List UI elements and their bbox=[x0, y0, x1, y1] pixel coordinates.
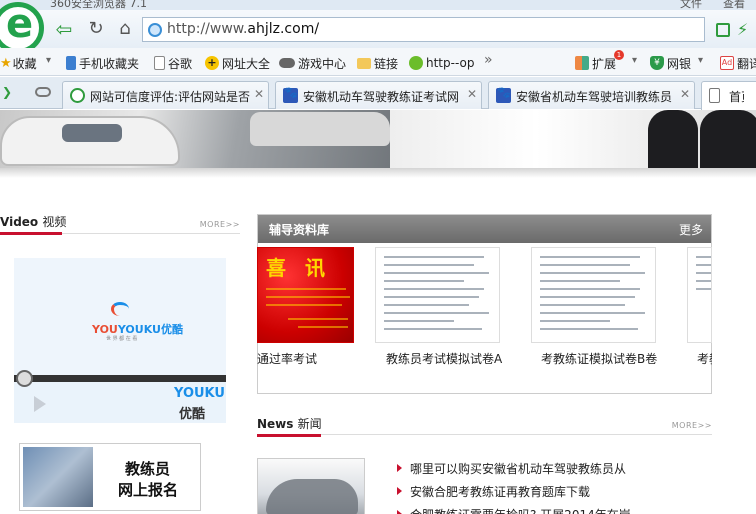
page-icon bbox=[154, 56, 165, 70]
play-icon[interactable] bbox=[34, 396, 46, 412]
material-thumb[interactable] bbox=[375, 247, 500, 343]
bookmark-favorites[interactable]: ★ 收藏 bbox=[0, 54, 37, 72]
materials-title: 辅导资料库 bbox=[269, 223, 330, 237]
home-button[interactable]: ⌂ bbox=[113, 19, 137, 41]
tab-trainer-site[interactable]: 安徽省机动车驾驶培训教练员 ✕ bbox=[488, 81, 695, 109]
lightning-icon[interactable]: ⚡ bbox=[737, 20, 748, 39]
material-caption[interactable]: 考教练证模拟试卷B卷 bbox=[541, 350, 657, 367]
star-icon: ★ bbox=[0, 56, 12, 71]
chevron-down-icon[interactable]: ▾ bbox=[46, 55, 51, 66]
tab-site-trust[interactable]: 网站可信度评估:评估网站是否 ✕ bbox=[62, 81, 269, 109]
chevron-down-icon[interactable]: ▾ bbox=[632, 55, 637, 66]
news-section-header: News 新闻 MORE>> bbox=[257, 413, 712, 437]
bookmark-links[interactable]: 链接 bbox=[357, 54, 398, 72]
menu-view[interactable]: 查看 bbox=[723, 0, 745, 10]
video-progress-knob[interactable] bbox=[16, 370, 33, 387]
url-text: http://www.ahjlz.com/ bbox=[167, 21, 320, 37]
globe-icon bbox=[148, 23, 162, 37]
bookmark-games[interactable]: 游戏中心 bbox=[279, 54, 346, 72]
trainer-signup-banner[interactable]: 教练员 网上报名 bbox=[19, 443, 201, 511]
address-toolbar: ⇦ ↻ ⌂ http://www.ahjlz.com/ ⚡ bbox=[0, 1, 756, 54]
tab-exam-site[interactable]: 安徽机动车驾驶教练证考试网 ✕ bbox=[275, 81, 482, 109]
window-title: 360安全浏览器 7.1 bbox=[50, 0, 147, 10]
tab-home[interactable]: 首页- bbox=[701, 81, 756, 110]
browser-logo-icon[interactable] bbox=[0, 1, 44, 54]
bookmark-google[interactable]: 谷歌 bbox=[154, 54, 192, 72]
video-section-header: Video 视频 MORE>> bbox=[0, 212, 240, 235]
paw-icon bbox=[283, 86, 298, 103]
ad-icon: Ad bbox=[720, 56, 734, 70]
title-bar: 360安全浏览器 7.1 文件 查看 bbox=[0, 0, 756, 10]
close-icon[interactable]: ✕ bbox=[254, 87, 264, 101]
video-section-title: Video 视频 bbox=[0, 215, 67, 229]
menu-file[interactable]: 文件 bbox=[680, 0, 702, 10]
reload-button[interactable]: ↻ bbox=[84, 19, 108, 41]
bookmark-mobile[interactable]: 手机收藏夹 bbox=[66, 54, 139, 72]
signup-line2: 网上报名 bbox=[118, 481, 179, 499]
news-item[interactable]: 合肥教练证需要年检吗? 开展2014年在岗 bbox=[397, 506, 631, 514]
double-chevron-icon[interactable]: » bbox=[484, 52, 493, 68]
plus-circle-icon: + bbox=[205, 56, 219, 70]
phone-icon bbox=[66, 56, 76, 70]
news-item[interactable]: 哪里可以购买安徽省机动车驾驶教练员从 bbox=[396, 460, 626, 477]
grid-icon bbox=[575, 56, 589, 70]
chat-bubble-icon bbox=[409, 56, 423, 70]
close-icon[interactable]: ✕ bbox=[467, 87, 477, 101]
bookmark-directory[interactable]: + 网址大全 bbox=[205, 54, 270, 72]
close-icon[interactable]: ✕ bbox=[680, 87, 690, 101]
news-thumbnail[interactable] bbox=[257, 458, 365, 514]
handshake-image bbox=[23, 447, 93, 507]
youku-logo-icon bbox=[111, 302, 129, 316]
green-circle-icon bbox=[70, 88, 85, 103]
material-caption[interactable]: 考教 bbox=[697, 350, 712, 367]
youku-slogan: 世 界 都 在 看 bbox=[106, 336, 138, 342]
share-icon[interactable] bbox=[716, 23, 730, 37]
material-caption[interactable]: 通过率考试 bbox=[257, 350, 317, 367]
folder-icon bbox=[357, 57, 371, 69]
material-caption[interactable]: 教练员考试模拟试卷A bbox=[386, 350, 502, 367]
news-more-link[interactable]: MORE>> bbox=[672, 421, 712, 430]
video-player[interactable]: YOUYOUKU优酷 世 界 都 在 看 YOUKU 优酷 bbox=[14, 258, 226, 423]
tab-list-arrow-icon[interactable]: ❯ bbox=[2, 85, 12, 99]
video-more-link[interactable]: MORE>> bbox=[200, 220, 240, 229]
cloud-icon[interactable] bbox=[35, 87, 51, 97]
extensions-button[interactable]: 扩展 bbox=[575, 54, 616, 72]
header-banner bbox=[0, 110, 756, 168]
materials-more-link[interactable]: 更多 bbox=[679, 221, 703, 238]
extension-badge: 1 bbox=[614, 50, 624, 60]
translate-button[interactable]: Ad 翻译 bbox=[720, 54, 756, 72]
paw-icon bbox=[496, 86, 511, 103]
chevron-down-icon[interactable]: ▾ bbox=[698, 55, 703, 66]
material-thumb[interactable]: 喜 讯 bbox=[257, 247, 354, 343]
materials-header: 辅导资料库 更多 bbox=[258, 215, 711, 243]
video-progress-bar[interactable] bbox=[14, 375, 226, 382]
online-banking-button[interactable]: ¥ 网银 bbox=[650, 54, 691, 72]
url-input[interactable]: http://www.ahjlz.com/ bbox=[142, 17, 705, 42]
news-section-title: News 新闻 bbox=[257, 417, 322, 431]
document-icon bbox=[709, 88, 720, 103]
bookmarks-bar: ★ 收藏 ▾ 手机收藏夹 谷歌 + 网址大全 游戏中心 链接 http--op » … bbox=[0, 48, 756, 76]
tab-strip: ❯ 网站可信度评估:评估网站是否 ✕ 安徽机动车驾驶教练证考试网 ✕ 安徽省机动… bbox=[0, 77, 756, 110]
back-button[interactable]: ⇦ bbox=[52, 19, 76, 41]
material-thumb[interactable] bbox=[687, 247, 712, 343]
shield-icon: ¥ bbox=[650, 56, 664, 70]
material-thumb[interactable] bbox=[531, 247, 656, 343]
signup-line1: 教练员 bbox=[125, 460, 171, 478]
news-item[interactable]: 安徽合肥考教练证再教育题库下载 bbox=[396, 483, 590, 500]
youku-brand-small: YOUKU bbox=[174, 386, 225, 401]
bookmark-http-op[interactable]: http--op bbox=[409, 54, 474, 72]
gamepad-icon bbox=[279, 58, 295, 68]
youku-brand-cn: 优酷 bbox=[179, 407, 206, 422]
